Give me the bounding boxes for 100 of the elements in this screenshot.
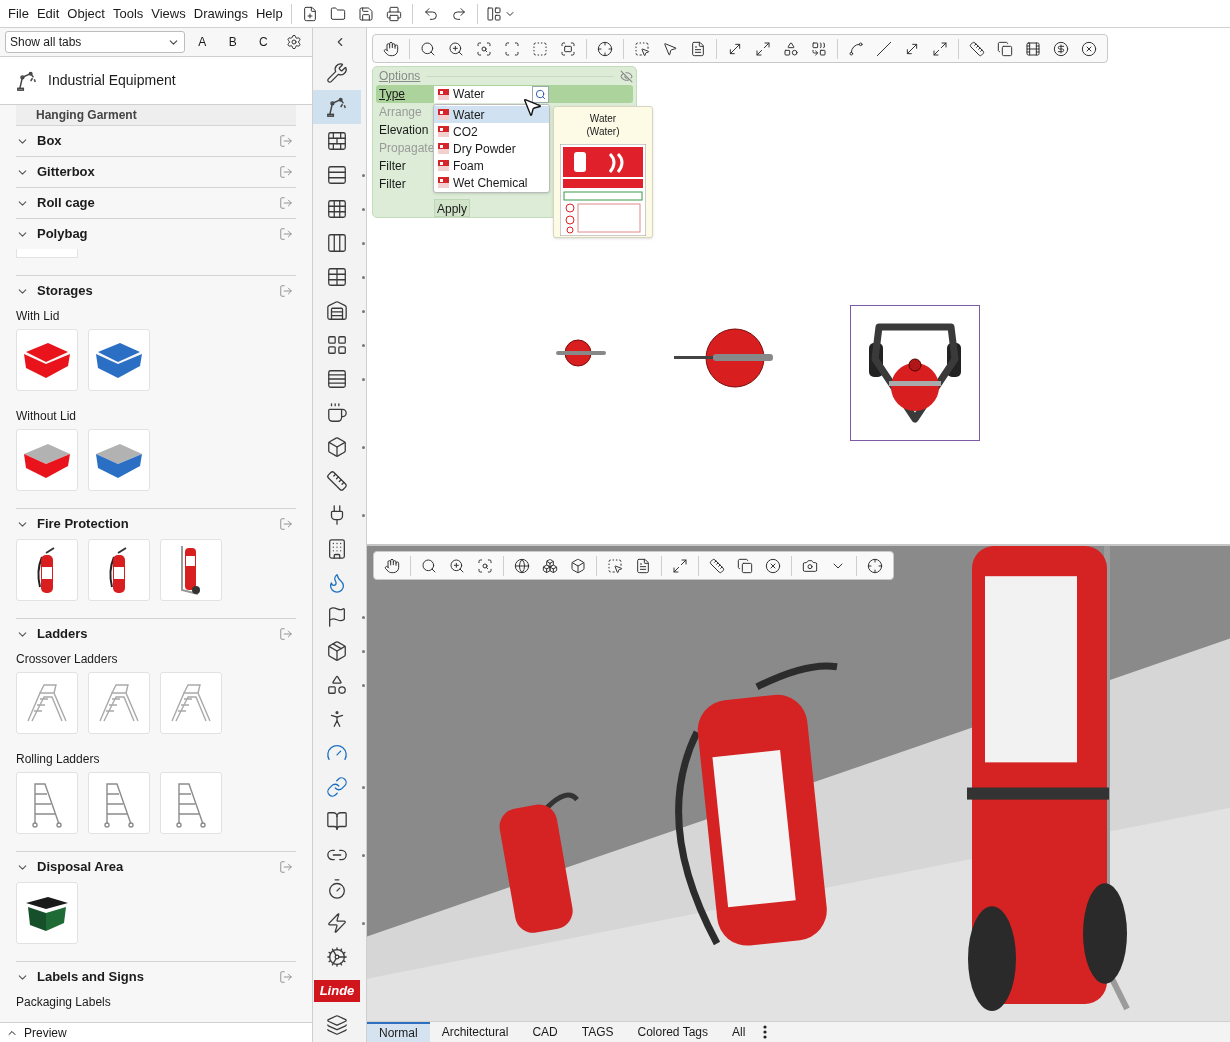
dropdown-option[interactable]: Foam [434, 157, 549, 174]
extinguisher-plan-drawing[interactable] [555, 339, 607, 367]
fullscreen-icon [560, 40, 576, 57]
section-header[interactable]: Box [16, 126, 276, 156]
crosshair-icon [597, 40, 613, 57]
tool-strip-button[interactable] [313, 90, 361, 124]
brick-wall-icon [326, 130, 348, 152]
search-button[interactable] [532, 85, 549, 103]
view-tab[interactable]: Normal [367, 1021, 430, 1042]
spline-icon [848, 40, 864, 57]
thumbnail-tile[interactable] [160, 539, 222, 601]
robot-arm-icon [326, 96, 348, 118]
menu-item[interactable]: Edit [32, 2, 64, 25]
thumbnail-tile [16, 249, 78, 258]
rows-icon [326, 368, 348, 390]
thumbnail-tile[interactable] [160, 772, 222, 834]
thumbnail-tile[interactable] [160, 672, 222, 734]
option-label: Type [378, 86, 406, 103]
cup-icon [326, 402, 348, 424]
globe-icon [514, 557, 530, 574]
letter-button[interactable]: C [250, 31, 277, 53]
menu-item[interactable]: Object [63, 2, 109, 25]
film-icon [1025, 40, 1041, 57]
section-header[interactable]: Gitterbox [16, 157, 276, 187]
select-box-icon [634, 40, 650, 57]
zoom-icon [420, 40, 436, 57]
view-tab[interactable]: CAD [520, 1021, 570, 1042]
zoom-in-icon [449, 557, 465, 574]
thumbnail-tile[interactable] [16, 539, 78, 601]
section-header[interactable]: Ladders [16, 619, 276, 649]
group-label: With Lid [15, 308, 61, 324]
settings-icon [285, 34, 302, 50]
zoom-scan-icon [476, 40, 492, 57]
menu-item[interactable]: Views [147, 2, 190, 25]
tooltip-subtitle: (Water) [586, 125, 620, 138]
thumbnail-tile[interactable] [88, 672, 150, 734]
section-header[interactable]: Fire Protection [16, 509, 276, 539]
type-combobox[interactable]: Water [434, 85, 549, 103]
menu-item[interactable]: Drawings [189, 2, 252, 25]
letter-button[interactable]: A [189, 31, 216, 53]
thumbnail-tile[interactable] [88, 539, 150, 601]
hand-icon [384, 557, 400, 574]
gear-icon [326, 946, 348, 968]
apply-button[interactable]: Apply [434, 199, 470, 217]
crosshair-icon [867, 557, 883, 574]
dropdown-option[interactable]: Water [434, 106, 549, 123]
dropdown-option[interactable]: Wet Chemical [434, 174, 549, 191]
camera-icon [802, 557, 818, 574]
flag-icon [326, 606, 348, 628]
menu-item[interactable]: File [4, 2, 33, 25]
section-header[interactable]: Disposal Area [16, 852, 276, 882]
view-tab[interactable]: All [720, 1021, 758, 1042]
maximize-icon [672, 557, 688, 574]
tab-filter-select[interactable]: Show all tabs [5, 31, 186, 53]
group-label: Packaging Labels [15, 994, 112, 1010]
cube-icon [326, 436, 348, 458]
sign-icon [438, 109, 449, 120]
view-tab[interactable]: Architectural [429, 1021, 521, 1042]
menu-item[interactable]: Tools [108, 2, 148, 25]
cube-icon [570, 557, 586, 574]
grid-icon [326, 198, 348, 220]
new-file-icon [301, 5, 318, 22]
thumbnail-tile[interactable] [16, 772, 78, 834]
view-tab[interactable]: TAGS [569, 1021, 626, 1042]
thumbnail-tile[interactable] [16, 672, 78, 734]
extinguisher-plan-drawing[interactable] [673, 327, 775, 389]
thumbnail-tile[interactable] [16, 329, 78, 391]
zoom-scan-icon [477, 557, 493, 574]
print-icon [385, 5, 402, 22]
thumbnail-tile[interactable] [88, 772, 150, 834]
section-header[interactable]: Polybag [16, 219, 276, 249]
document-icon [690, 40, 706, 57]
group-label: Without Lid [15, 408, 78, 424]
letter-button[interactable]: B [219, 31, 247, 53]
menu-item[interactable]: Help [251, 2, 287, 25]
trolley-extinguisher-plan-drawing[interactable] [850, 305, 980, 441]
search-icon [535, 88, 546, 100]
frame-icon [532, 40, 548, 57]
group-label: Crossover Ladders [15, 651, 119, 667]
redo-icon [450, 5, 467, 22]
export-icon [279, 517, 293, 531]
dropdown-option[interactable]: CO2 [434, 123, 549, 140]
thumbnail-tile[interactable] [88, 429, 150, 491]
section-header[interactable]: Storages [16, 276, 276, 306]
measure-icon [932, 40, 948, 57]
section-header[interactable]: Labels and Signs [16, 962, 276, 992]
panel-title: Industrial Equipment [48, 71, 176, 90]
section-header[interactable]: Roll cage [16, 188, 276, 218]
logo: Linde [314, 980, 360, 1002]
preview-toggle[interactable]: Preview [0, 1022, 312, 1042]
timer-icon [326, 878, 348, 900]
dropdown-option[interactable]: Dry Powder [434, 140, 549, 157]
grid-icon [326, 334, 348, 356]
view-tab[interactable]: Colored Tags [625, 1021, 720, 1042]
option-label: Filter [378, 158, 407, 175]
thumbnail-tile[interactable] [88, 329, 150, 391]
section-title: Hanging Garment [36, 107, 137, 124]
tool-strip-button[interactable]: Linde [313, 974, 361, 1008]
thumbnail-tile[interactable] [16, 882, 78, 944]
thumbnail-tile[interactable] [16, 429, 78, 491]
